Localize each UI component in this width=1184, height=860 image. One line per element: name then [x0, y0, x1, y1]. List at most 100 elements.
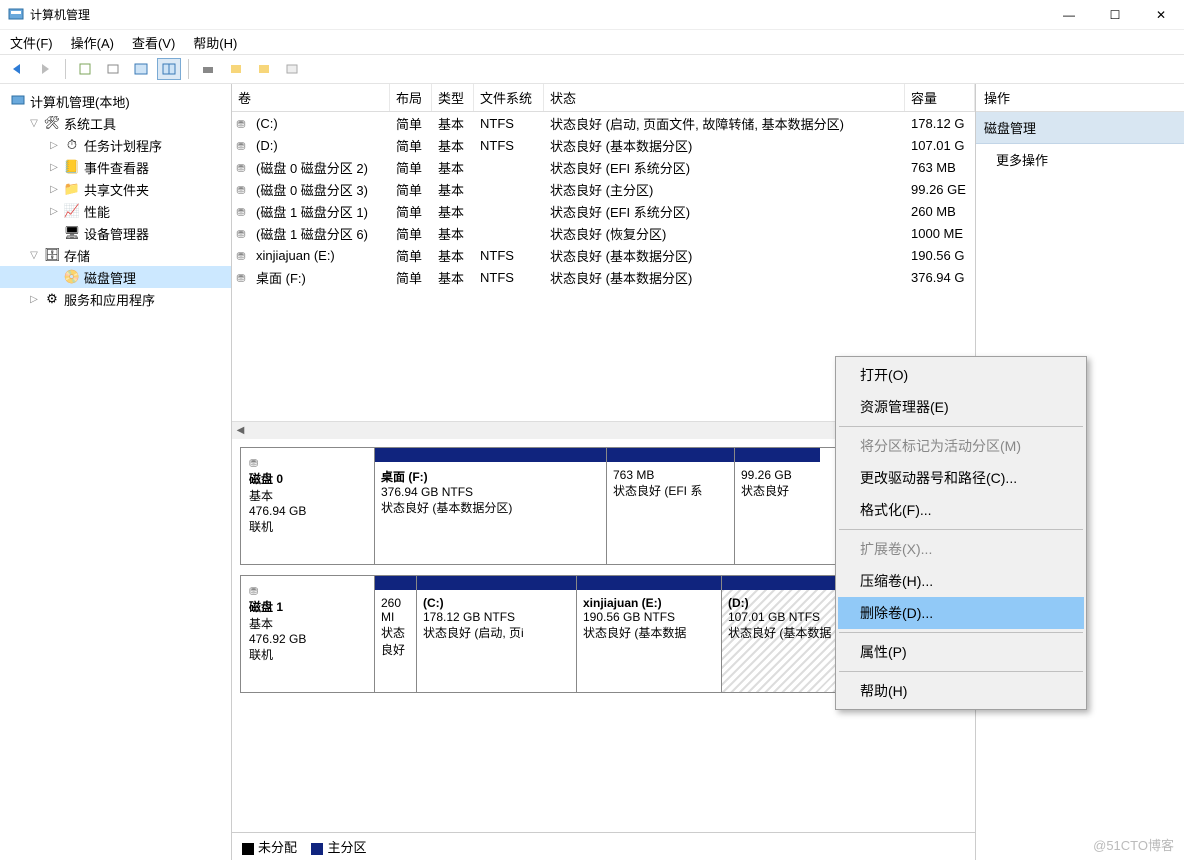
expand-icon[interactable]: [48, 206, 60, 217]
scroll-left-icon[interactable]: ◀: [232, 422, 249, 439]
actions-more[interactable]: 更多操作: [976, 144, 1184, 175]
col-type[interactable]: 类型: [432, 84, 474, 111]
tree-disk-management[interactable]: 📀磁盘管理: [0, 266, 231, 288]
tree-performance[interactable]: 📈性能: [0, 200, 231, 222]
tree-event-viewer[interactable]: 📒事件查看器: [0, 156, 231, 178]
context-menu-item[interactable]: 更改驱动器号和路径(C)...: [838, 462, 1084, 494]
volume-list-header: 卷 布局 类型 文件系统 状态 容量: [232, 84, 975, 112]
volume-icon: [236, 138, 245, 153]
volume-icon: [236, 226, 245, 241]
toolbar: [0, 54, 1184, 84]
detail-button[interactable]: [157, 58, 181, 80]
legend-swatch-unallocated: [242, 843, 254, 855]
disk-label[interactable]: 磁盘 1基本476.92 GB联机: [241, 576, 375, 692]
volume-row[interactable]: (D:)简单基本 NTFS状态良好 (基本数据分区)107.01 G: [232, 134, 975, 156]
col-capacity[interactable]: 容量: [905, 84, 975, 111]
volume-row[interactable]: (磁盘 0 磁盘分区 2)简单基本 状态良好 (EFI 系统分区)763 MB: [232, 156, 975, 178]
tree-root[interactable]: 计算机管理(本地): [0, 90, 231, 112]
expand-icon[interactable]: [28, 118, 40, 129]
menu-view[interactable]: 查看(V): [132, 33, 175, 52]
volume-icon: [236, 116, 245, 131]
disk-partition[interactable]: (C:)178.12 GB NTFS状态良好 (启动, 页i: [417, 576, 577, 692]
tree-device-manager[interactable]: 🖥设备管理器: [0, 222, 231, 244]
tree-storage[interactable]: 🗄存储: [0, 244, 231, 266]
context-menu-item[interactable]: 打开(O): [838, 359, 1084, 391]
context-menu-separator: [839, 671, 1083, 672]
disk-icon: 📀: [64, 269, 80, 285]
context-menu-item: 扩展卷(X)...: [838, 533, 1084, 565]
context-menu-item[interactable]: 压缩卷(H)...: [838, 565, 1084, 597]
actions-header: 操作: [976, 84, 1184, 112]
disk-partition[interactable]: 99.26 GB状态良好: [735, 448, 820, 564]
tree-services[interactable]: ⚙服务和应用程序: [0, 288, 231, 310]
tree-shared-folders[interactable]: 📁共享文件夹: [0, 178, 231, 200]
menu-file[interactable]: 文件(F): [10, 33, 53, 52]
menubar: 文件(F) 操作(A) 查看(V) 帮助(H): [0, 30, 1184, 54]
app-icon: [8, 7, 24, 23]
volume-icon: [236, 160, 245, 175]
disk-label[interactable]: 磁盘 0基本476.94 GB联机: [241, 448, 375, 564]
context-menu-item[interactable]: 格式化(F)...: [838, 494, 1084, 526]
volume-row[interactable]: xinjiajuan (E:)简单基本 NTFS状态良好 (基本数据分区)190…: [232, 244, 975, 266]
volume-icon: [236, 182, 245, 197]
legend: 未分配 主分区: [232, 832, 975, 860]
expand-icon[interactable]: [28, 294, 40, 305]
window-minimize-button[interactable]: —: [1046, 0, 1092, 30]
window-maximize-button[interactable]: ☐: [1092, 0, 1138, 30]
list-button[interactable]: [129, 58, 153, 80]
tree-system-tools[interactable]: 🛠 系统工具: [0, 112, 231, 134]
event-icon: 📒: [64, 159, 80, 175]
col-layout[interactable]: 布局: [390, 84, 432, 111]
expand-icon[interactable]: [28, 250, 40, 261]
context-menu-item[interactable]: 删除卷(D)...: [838, 597, 1084, 629]
context-menu-item[interactable]: 属性(P): [838, 636, 1084, 668]
action-button[interactable]: [252, 58, 276, 80]
context-menu-item[interactable]: 资源管理器(E): [838, 391, 1084, 423]
toolbar-separator: [65, 59, 66, 79]
menu-action[interactable]: 操作(A): [71, 33, 114, 52]
actions-section[interactable]: 磁盘管理: [976, 112, 1184, 144]
col-status[interactable]: 状态: [544, 84, 905, 111]
volume-icon: [236, 204, 245, 219]
storage-icon: 🗄: [44, 247, 60, 263]
col-volume[interactable]: 卷: [232, 84, 390, 111]
volume-row[interactable]: 桌面 (F:)简单基本 NTFS状态良好 (基本数据分区)376.94 G: [232, 266, 975, 288]
expand-icon[interactable]: [48, 140, 60, 151]
disk-partition[interactable]: (D:)107.01 GB NTFS状态良好 (基本数据: [722, 576, 850, 692]
menu-help[interactable]: 帮助(H): [193, 33, 237, 52]
disk-partition[interactable]: 260 MI状态良好: [375, 576, 417, 692]
help-button[interactable]: [224, 58, 248, 80]
watermark: @51CTO博客: [1093, 835, 1174, 854]
forward-button[interactable]: [34, 58, 58, 80]
window-title: 计算机管理: [30, 6, 90, 23]
context-menu-item[interactable]: 帮助(H): [838, 675, 1084, 707]
tree-task-scheduler[interactable]: ⏱任务计划程序: [0, 134, 231, 156]
disk-partition[interactable]: 763 MB状态良好 (EFI 系: [607, 448, 735, 564]
tree-pane: 计算机管理(本地) 🛠 系统工具 ⏱任务计划程序 📒事件查看器 📁共享文件夹 📈…: [0, 84, 232, 860]
disk-partition[interactable]: xinjiajuan (E:)190.56 GB NTFS状态良好 (基本数据: [577, 576, 722, 692]
expand-icon[interactable]: [48, 162, 60, 173]
volume-row[interactable]: (磁盘 0 磁盘分区 3)简单基本 状态良好 (主分区)99.26 GE: [232, 178, 975, 200]
disk-icon: [249, 584, 366, 598]
back-button[interactable]: [6, 58, 30, 80]
expand-icon[interactable]: [48, 184, 60, 195]
properties-button[interactable]: [101, 58, 125, 80]
volume-row[interactable]: (C:)简单基本 NTFS状态良好 (启动, 页面文件, 故障转储, 基本数据分…: [232, 112, 975, 134]
context-menu-separator: [839, 426, 1083, 427]
perf-icon: 📈: [64, 203, 80, 219]
legend-swatch-primary: [311, 843, 323, 855]
volume-row[interactable]: (磁盘 1 磁盘分区 1)简单基本 状态良好 (EFI 系统分区)260 MB: [232, 200, 975, 222]
action-button-2[interactable]: [280, 58, 304, 80]
up-button[interactable]: [73, 58, 97, 80]
share-icon: 📁: [64, 181, 80, 197]
refresh-button[interactable]: [196, 58, 220, 80]
clock-icon: ⏱: [64, 137, 80, 153]
disk-partition[interactable]: 桌面 (F:)376.94 GB NTFS状态良好 (基本数据分区): [375, 448, 607, 564]
services-icon: ⚙: [44, 291, 60, 307]
device-icon: 🖥: [64, 225, 80, 241]
window-close-button[interactable]: ✕: [1138, 0, 1184, 30]
context-menu-separator: [839, 529, 1083, 530]
volume-row[interactable]: (磁盘 1 磁盘分区 6)简单基本 状态良好 (恢复分区)1000 ME: [232, 222, 975, 244]
context-menu-separator: [839, 632, 1083, 633]
col-fs[interactable]: 文件系统: [474, 84, 544, 111]
